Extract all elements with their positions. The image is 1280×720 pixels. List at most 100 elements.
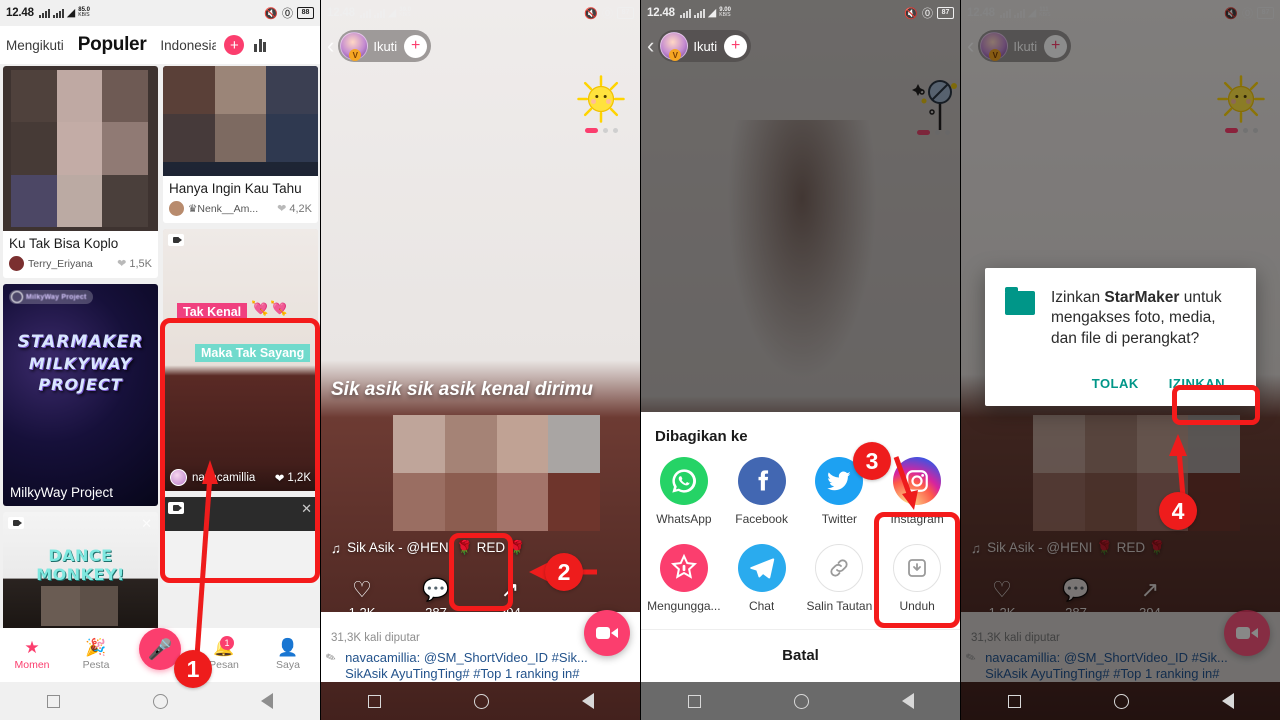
close-icon[interactable]: ✕ [301, 502, 312, 515]
network-speed: 9.00 KB/S [719, 6, 731, 18]
status-bar: 12.48 ◢ 85.0 KB/S 🔇 ⓪ 88 [0, 0, 320, 26]
android-navigation-bar[interactable] [321, 682, 640, 720]
link-icon [815, 544, 864, 592]
song-info[interactable]: ♫ Sik Asik - @HENI 🌹 RED 🌹 [331, 540, 526, 556]
signal-bars-2-icon [693, 8, 705, 18]
home-button[interactable] [1113, 693, 1129, 709]
follow-pill[interactable]: Ikuti + [338, 30, 432, 62]
cancel-button[interactable]: Batal [641, 630, 960, 682]
sun-sticker-icon [577, 75, 625, 123]
milkyway-art: STARMAKER MILKYWAY PROJECT [17, 332, 144, 395]
facebook-icon [737, 457, 786, 505]
dialog-message: Izinkan StarMaker untuk mengakses foto, … [1051, 288, 1236, 349]
card-milkyway-project[interactable]: MilkyWay Project STARMAKER MILKYWAY PROJ… [3, 284, 158, 507]
tab-indonesia[interactable]: Indonesia [160, 38, 216, 53]
share-copy-link[interactable]: Salin Tautan [801, 544, 879, 613]
heart-icon: ❤ [274, 472, 285, 485]
status-right-icons: 🔇 ⓪ 87 [584, 5, 634, 21]
dialog-app-name: StarMaker [1104, 289, 1180, 306]
feed-tabbar: Mengikuti Populer Indonesia + [0, 26, 320, 64]
hearts-emoji: 💘💘 [251, 299, 290, 316]
sidebar-item-momen[interactable]: ★ Momen [0, 639, 64, 671]
back-button[interactable] [581, 693, 594, 709]
folder-icon [1005, 287, 1035, 315]
back-button[interactable] [1221, 693, 1234, 709]
play-count: 31,3K kali diputar [331, 632, 420, 644]
video-camera-icon [596, 627, 618, 639]
party-icon: 🎉 [85, 638, 107, 657]
panel-permission-dialog: 12.48 ◢ 111KB/S 🔇⓪ 87 ‹ Ikuti + [960, 0, 1280, 720]
status-right-icons: 🔇 ⓪ 87 [904, 5, 954, 21]
home-button[interactable] [793, 693, 809, 709]
heart-icon: ♡ [352, 577, 372, 602]
card-likes: ❤ 4,2K [277, 202, 312, 216]
nav-label: Pesta [82, 659, 110, 671]
android-navigation-bar[interactable] [961, 682, 1280, 720]
card-dance-monkey[interactable]: ✕ DANCE MONKEY! [3, 512, 158, 633]
card-meta: ♛Nenk__Am... ❤ 4,2K [163, 199, 318, 223]
download-icon [893, 544, 942, 592]
signal-bars-2-icon [52, 8, 64, 18]
share-label: WhatsApp [656, 512, 712, 526]
follow-plus-icon[interactable]: + [404, 34, 428, 58]
at-icon: ⓪ [922, 8, 933, 20]
follow-pill[interactable]: Ikuti + [658, 30, 752, 62]
back-chevron-icon[interactable]: ‹ [647, 35, 654, 57]
censor-mosaic [393, 415, 600, 531]
share-download[interactable]: Unduh [878, 544, 956, 613]
recents-button[interactable] [1007, 694, 1021, 708]
heart-icon: ❤ [277, 203, 287, 216]
signal-bars-icon [679, 8, 691, 18]
recents-button[interactable] [367, 694, 381, 708]
deny-button[interactable]: TOLAK [1081, 367, 1150, 400]
android-navigation-bar[interactable] [641, 682, 960, 720]
dialog-text-before: Izinkan [1051, 289, 1105, 306]
recents-button[interactable] [46, 694, 60, 708]
tab-populer[interactable]: Populer [78, 34, 147, 56]
follow-plus-icon[interactable]: + [724, 34, 748, 58]
wifi-icon: ◢ [66, 6, 76, 19]
card-title: DANCE MONKEY! [36, 546, 125, 585]
signal-bars-icon [38, 8, 50, 18]
share-whatsapp[interactable]: WhatsApp [645, 457, 723, 526]
card-meta: Terry_Eriyana ❤ 1,5K [3, 254, 158, 278]
share-facebook[interactable]: Facebook [723, 457, 801, 526]
allow-button[interactable]: IZINKAN [1158, 367, 1236, 400]
ranking-icon[interactable] [254, 38, 267, 52]
card-username: ♛Nenk__Am... [188, 202, 259, 215]
whatsapp-icon [659, 457, 708, 505]
card-title: Ku Tak Bisa Koplo [9, 236, 119, 251]
share-upload-starmaker[interactable]: Mengungga... [645, 544, 723, 613]
home-button[interactable] [473, 693, 489, 709]
record-video-fab[interactable] [584, 610, 630, 656]
card-thumbnail [3, 66, 158, 231]
recents-button[interactable] [687, 694, 701, 708]
avatar[interactable] [660, 32, 689, 61]
add-button[interactable]: + [224, 35, 245, 55]
card-ku-tak-bisa-koplo[interactable]: Ku Tak Bisa Koplo Terry_Eriyana ❤ 1,5K [3, 66, 158, 279]
follow-bar[interactable]: ‹ Ikuti + [647, 30, 752, 62]
status-signal-icons: ◢ 9.00 KB/S [679, 6, 731, 19]
back-chevron-icon[interactable]: ‹ [327, 35, 334, 57]
description-text: navacamillia: @SM_ShortVideo_ID #Sik... … [345, 649, 588, 681]
card-likes: ❤ 1,5K [117, 257, 152, 271]
video-player[interactable]: 12.48 ◢ 39.0 KB/S 🔇 ⓪ 87 ‹ V Ikuti + Sik… [321, 0, 640, 720]
tab-mengikuti[interactable]: Mengikuti [6, 38, 64, 53]
video-description[interactable]: ✎ navacamillia: @SM_ShortVideo_ID #Sik..… [324, 649, 632, 683]
share-label: Unduh [899, 599, 935, 613]
share-chat[interactable]: Chat [723, 544, 801, 613]
step-1-arrow [193, 460, 218, 671]
avatar[interactable] [340, 32, 369, 61]
share-icon: ↗ [500, 577, 520, 602]
battery-level: 87 [937, 7, 954, 19]
card-hanya-ingin-kau-tahu[interactable]: Hanya Ingin Kau Tahu ♛Nenk__Am... ❤ 4,2K [163, 66, 318, 224]
follow-bar[interactable]: ‹ Ikuti + [327, 30, 432, 62]
sidebar-item-pesta[interactable]: 🎉 Pesta [64, 639, 128, 671]
lyric-overlay: Sik asik sik asik kenal dirimu [331, 379, 593, 400]
status-right-icons: 🔇 ⓪ 88 [264, 5, 314, 21]
back-button[interactable] [901, 693, 914, 709]
status-signal-icons: ◢ 39.0 KB/S [359, 7, 411, 19]
milkyway-badge: MilkyWay Project [9, 290, 93, 305]
status-time: 12.48 [6, 7, 34, 19]
signal-bars-2-icon [373, 8, 385, 18]
